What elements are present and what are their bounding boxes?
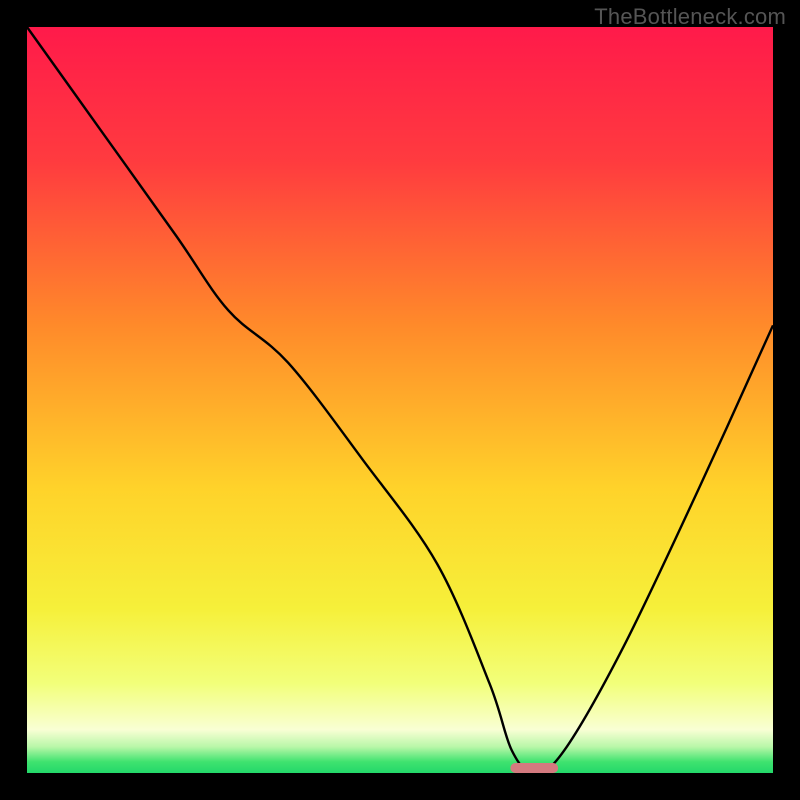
plot-background-gradient: [27, 27, 773, 773]
bottleneck-chart: [0, 0, 800, 800]
watermark-text: TheBottleneck.com: [594, 4, 786, 30]
chart-container: TheBottleneck.com: [0, 0, 800, 800]
optimal-range-marker: [510, 763, 558, 773]
